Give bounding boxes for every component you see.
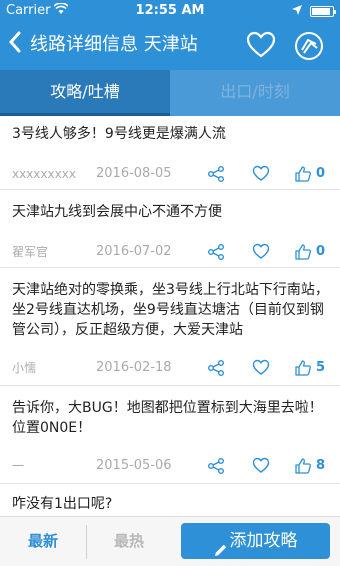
post-meta: 一 2015-05-06 8 bbox=[12, 456, 330, 476]
post-content: 天津站绝对的零换乘，坐3号线上行北站下行南站，坐2号线直达机场，坐9号线直达塘沽… bbox=[12, 282, 329, 338]
status-bar: Carrier 12:55 AM bbox=[0, 0, 340, 22]
battery-icon bbox=[310, 6, 336, 17]
post-content: 告诉你，大BUG！地图都把位置标到大海里去啦！位置0N0E！ bbox=[12, 400, 323, 436]
post-author: 一 bbox=[12, 459, 25, 473]
chevron-left-icon[interactable] bbox=[8, 31, 22, 58]
like-count: 5 bbox=[316, 360, 326, 375]
thumbs-up-icon[interactable] bbox=[294, 457, 312, 475]
post-date: 2016-08-05 bbox=[96, 166, 172, 181]
sort-hottest-button[interactable]: 最热 bbox=[87, 517, 171, 566]
share-icon[interactable] bbox=[207, 243, 225, 261]
metro-logo-icon[interactable] bbox=[294, 31, 324, 61]
list-item[interactable]: 天津站绝对的零换乘，坐3号线上行北站下行南站，坐2号线直达机场，坐9号线直达塘沽… bbox=[0, 268, 340, 386]
like-count: 0 bbox=[316, 244, 326, 259]
post-date: 2016-02-18 bbox=[96, 360, 172, 375]
heart-outline-icon[interactable] bbox=[246, 31, 276, 61]
post-content: 天津站九线到会展中心不通不方便 bbox=[12, 204, 222, 220]
share-icon[interactable] bbox=[207, 359, 225, 377]
post-date: 2015-05-06 bbox=[96, 458, 172, 473]
post-list[interactable]: 3号线人够多！9号线更是爆满人流 xxxxxxxxx 2016-08-05 0 … bbox=[0, 116, 340, 516]
thumbs-up-icon[interactable] bbox=[294, 243, 312, 261]
heart-outline-icon[interactable] bbox=[252, 165, 270, 183]
tab-exits-timetable[interactable]: 出口/时刻 bbox=[170, 70, 340, 116]
tab-strategy[interactable]: 攻略/吐槽 bbox=[0, 70, 170, 116]
post-meta: 翟军官 2016-07-02 0 bbox=[12, 242, 330, 262]
list-item[interactable]: 3号线人够多！9号线更是爆满人流 xxxxxxxxx 2016-08-05 0 bbox=[0, 116, 340, 190]
heart-outline-icon[interactable] bbox=[252, 243, 270, 261]
add-strategy-label: 添加攻略 bbox=[229, 531, 298, 551]
list-item[interactable]: 天津站九线到会展中心不通不方便 翟军官 2016-07-02 0 bbox=[0, 190, 340, 268]
post-content: 咋没有1出口呢? bbox=[12, 496, 113, 512]
like-count: 8 bbox=[316, 458, 326, 473]
heart-outline-icon[interactable] bbox=[252, 359, 270, 377]
add-strategy-button[interactable]: 添加攻略 bbox=[181, 523, 330, 559]
thumbs-up-icon[interactable] bbox=[294, 165, 312, 183]
thumbs-up-icon[interactable] bbox=[294, 359, 312, 377]
bottom-toolbar: 最新 最热 添加攻略 bbox=[0, 516, 340, 566]
heart-outline-icon[interactable] bbox=[252, 457, 270, 475]
post-author: xxxxxxxxx bbox=[12, 167, 76, 181]
post-meta: 小懦 2016-02-18 5 bbox=[12, 358, 330, 378]
post-date: 2016-07-02 bbox=[96, 244, 172, 259]
post-author: 翟军官 bbox=[12, 245, 49, 259]
share-icon[interactable] bbox=[207, 457, 225, 475]
clock: 12:55 AM bbox=[135, 3, 205, 18]
list-item[interactable]: 告诉你，大BUG！地图都把位置标到大海里去啦！位置0N0E！ 一 2015-05… bbox=[0, 386, 340, 484]
post-content: 3号线人够多！9号线更是爆满人流 bbox=[12, 126, 226, 142]
post-author: 小懦 bbox=[12, 361, 37, 375]
navigation-bar: 线路详细信息 天津站 bbox=[0, 22, 340, 70]
location-arrow-icon bbox=[292, 4, 302, 19]
like-count: 0 bbox=[316, 166, 326, 181]
share-icon[interactable] bbox=[207, 165, 225, 183]
tab-bar: 攻略/吐槽 出口/时刻 bbox=[0, 70, 340, 116]
list-item[interactable]: 咋没有1出口呢? bbox=[0, 484, 340, 516]
pencil-icon bbox=[214, 534, 228, 556]
page-title: 线路详细信息 天津站 bbox=[30, 34, 198, 55]
sort-newest-button[interactable]: 最新 bbox=[0, 517, 86, 566]
post-meta: xxxxxxxxx 2016-08-05 0 bbox=[12, 164, 330, 184]
